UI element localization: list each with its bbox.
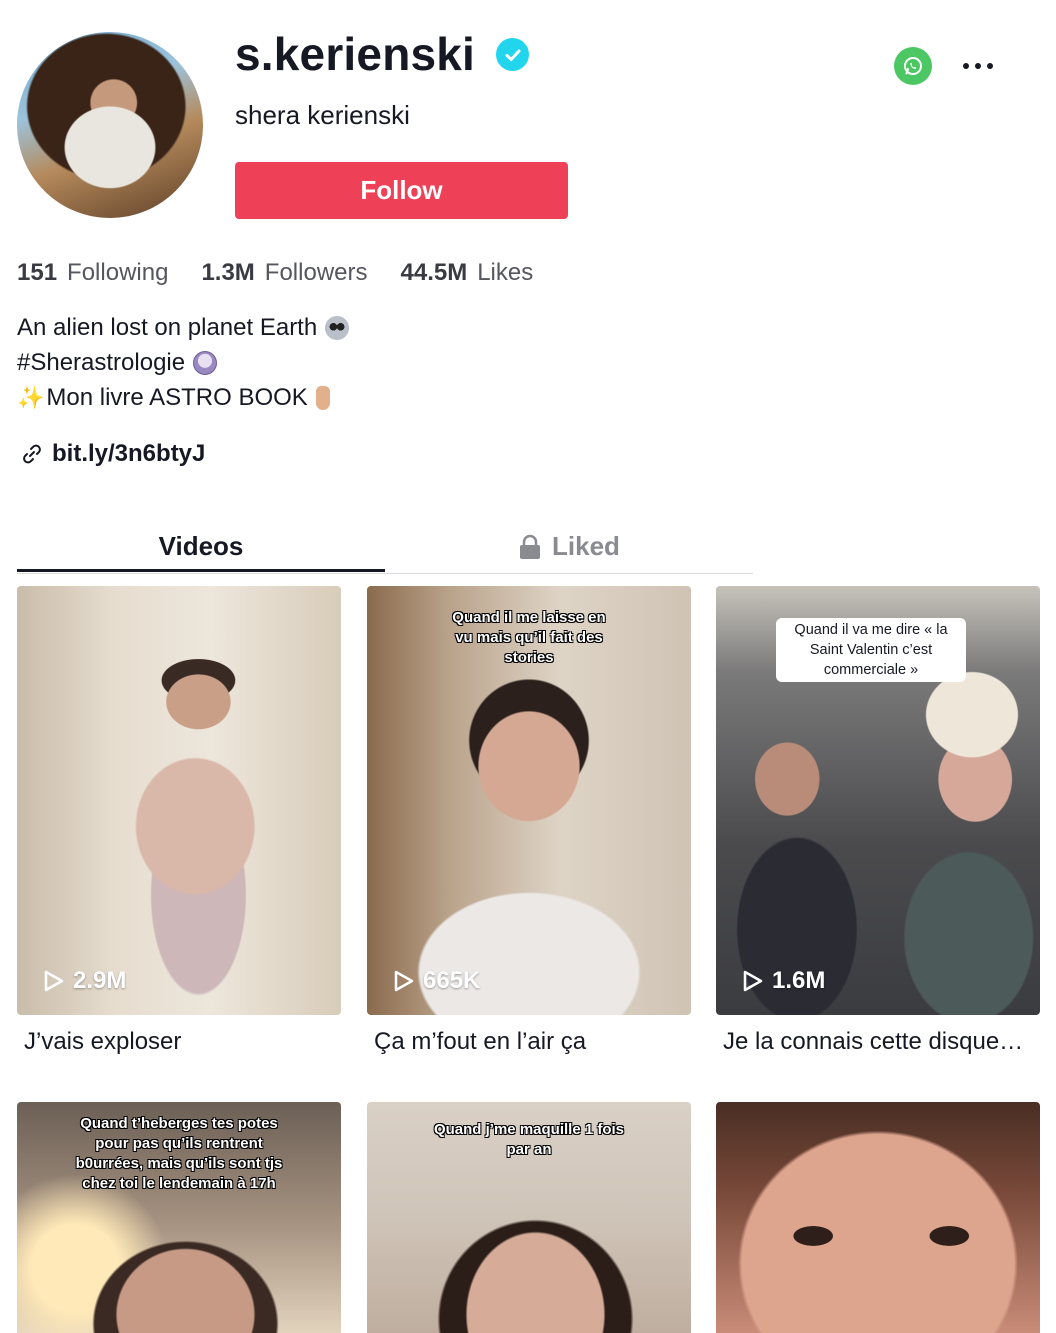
video-thumbnail[interactable]: Quand il me laisse en vu mais qu’il fait… bbox=[367, 586, 691, 1015]
view-count: 2.9M bbox=[43, 967, 126, 995]
whatsapp-share-icon[interactable] bbox=[894, 47, 932, 85]
link-icon bbox=[23, 444, 41, 464]
tab-label: Videos bbox=[158, 531, 244, 561]
stat-label: Following bbox=[67, 259, 169, 286]
pointing-down-emoji-icon bbox=[315, 385, 330, 410]
stat-value: 1.3M bbox=[201, 259, 255, 286]
bio-link-text[interactable]: bit.ly/3n6btyJ bbox=[52, 440, 205, 468]
tab-label: Liked bbox=[552, 531, 620, 561]
view-count: 1.6M bbox=[742, 967, 825, 995]
video-card[interactable]: Quand t’heberges tes potes pour pas qu’i… bbox=[17, 1102, 341, 1333]
video-thumbnail[interactable] bbox=[716, 1102, 1040, 1333]
video-thumbnail[interactable]: Quand t’heberges tes potes pour pas qu’i… bbox=[17, 1102, 341, 1333]
video-overlay-text: Quand il va me dire « la Saint Valentin … bbox=[776, 618, 966, 682]
alien-emoji-icon bbox=[325, 315, 350, 340]
tab-videos[interactable]: Videos bbox=[17, 520, 385, 573]
bio-line: An alien lost on planet Earth bbox=[17, 310, 350, 345]
video-overlay-text: Quand il me laisse en vu mais qu’il fait… bbox=[452, 609, 606, 666]
bio-text: An alien lost on planet Earth bbox=[17, 314, 318, 341]
followers-count[interactable]: 1.3M Followers bbox=[201, 256, 367, 290]
verified-check-icon bbox=[496, 38, 529, 71]
profile-username: s.kerienski bbox=[235, 28, 476, 80]
profile-nickname: shera kerienski bbox=[235, 100, 410, 130]
profile-bio: An alien lost on planet Earth #Sherastro… bbox=[17, 310, 350, 415]
stat-label: Likes bbox=[477, 259, 534, 286]
video-thumbnail[interactable]: Quand il va me dire « la Saint Valentin … bbox=[716, 586, 1040, 1015]
more-options-icon[interactable] bbox=[957, 50, 999, 82]
stat-label: Followers bbox=[264, 259, 368, 286]
video-caption[interactable]: J’vais exploser bbox=[17, 1027, 340, 1057]
profile-stats: 151 Following 1.3M Followers 44.5M Likes bbox=[17, 256, 533, 290]
video-thumbnail[interactable]: Quand j’me maquille 1 fois par an bbox=[367, 1102, 691, 1333]
video-card[interactable]: 2.9M J’vais exploser bbox=[17, 586, 341, 1057]
bio-text: Mon livre ASTRO BOOK bbox=[46, 384, 308, 411]
view-count: 665K bbox=[393, 967, 480, 995]
video-thumbnail[interactable]: 2.9M bbox=[17, 586, 341, 1015]
following-count[interactable]: 151 Following bbox=[17, 256, 168, 290]
follow-button[interactable]: Follow bbox=[235, 162, 568, 219]
bio-line: #Sherastrologie bbox=[17, 345, 349, 380]
stat-value: 151 bbox=[17, 259, 58, 286]
tab-liked[interactable]: Liked bbox=[385, 520, 753, 573]
sparkles-emoji-icon: ✨ bbox=[17, 384, 45, 410]
play-icon bbox=[394, 970, 414, 992]
view-count-text: 1.6M bbox=[772, 967, 826, 994]
likes-count: 44.5M Likes bbox=[401, 256, 534, 290]
video-card[interactable]: Quand il me laisse en vu mais qu’il fait… bbox=[367, 586, 691, 1057]
bio-hashtag[interactable]: #Sherastrologie bbox=[17, 345, 185, 380]
lock-icon bbox=[520, 534, 541, 559]
bio-line: ✨ Mon livre ASTRO BOOK bbox=[17, 380, 349, 415]
profile-tabs: Videos Liked bbox=[17, 520, 753, 574]
video-caption[interactable]: Je la connais cette disque… bbox=[716, 1027, 1039, 1057]
video-overlay-text: Quand t’heberges tes potes pour pas qu’i… bbox=[75, 1115, 283, 1192]
video-card[interactable] bbox=[716, 1102, 1040, 1333]
play-icon bbox=[743, 970, 763, 992]
view-count-text: 665K bbox=[423, 967, 481, 994]
crystal-ball-emoji-icon bbox=[193, 350, 218, 375]
view-count-text: 2.9M bbox=[73, 967, 127, 994]
video-card[interactable]: Quand j’me maquille 1 fois par an bbox=[367, 1102, 691, 1333]
play-icon bbox=[44, 970, 64, 992]
stat-value: 44.5M bbox=[400, 259, 468, 286]
video-overlay-text: Quand j’me maquille 1 fois par an bbox=[433, 1121, 625, 1158]
bio-link[interactable]: bit.ly/3n6btyJ bbox=[20, 440, 205, 468]
video-caption[interactable]: Ça m’fout en l’air ça bbox=[367, 1027, 690, 1057]
profile-avatar[interactable] bbox=[17, 32, 203, 218]
video-card[interactable]: Quand il va me dire « la Saint Valentin … bbox=[716, 586, 1040, 1057]
active-tab-indicator bbox=[17, 569, 385, 572]
